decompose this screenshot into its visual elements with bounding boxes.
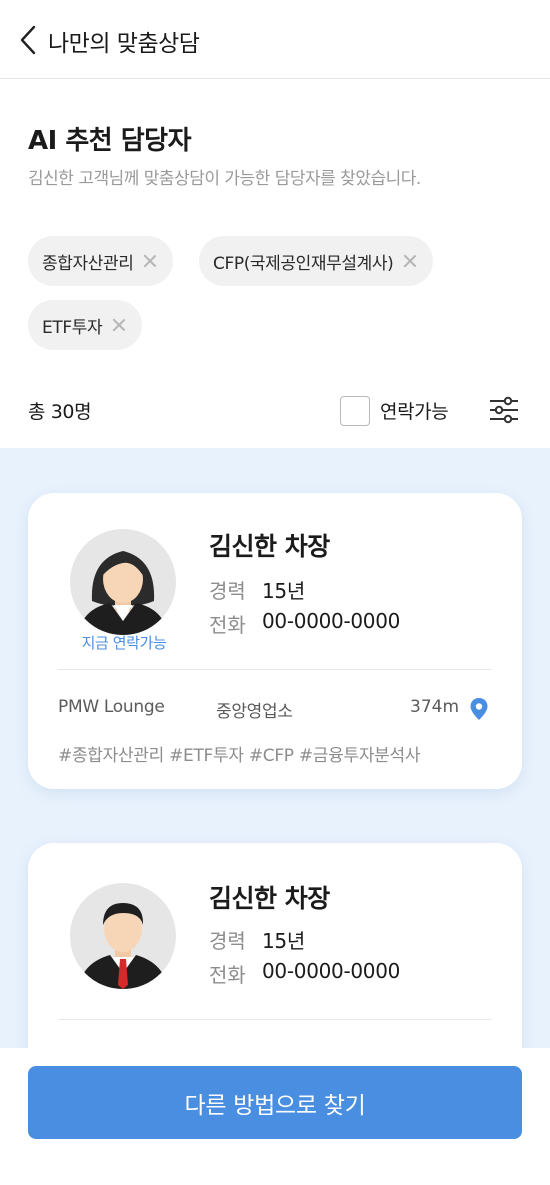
back-button[interactable]: [10, 20, 46, 60]
filter-chip-label: 종합자산관리: [42, 253, 134, 274]
avatar: [70, 529, 176, 635]
close-icon[interactable]: [403, 254, 417, 268]
section-title: AI 추천 담당자: [28, 126, 192, 156]
location-pin-icon[interactable]: [469, 697, 489, 721]
advisor-name: 김신한 차장: [209, 532, 330, 561]
career-label: 경력: [209, 929, 246, 953]
phone-value[interactable]: 00-0000-0000: [262, 609, 400, 633]
career-value: 15년: [262, 929, 305, 953]
close-icon[interactable]: [143, 254, 157, 268]
result-count: 총 30명: [28, 401, 92, 423]
filter-chip-cfp[interactable]: CFP(국제공인재무설계사): [199, 236, 434, 286]
phone-label: 전화: [209, 963, 246, 987]
female-advisor-icon: [78, 551, 168, 635]
career-value: 15년: [262, 579, 305, 603]
advisor-card[interactable]: 지금 연락가능 김신한 차장 경력 15년 전화 00-0000-0000 PM…: [28, 493, 522, 789]
career-label: 경력: [209, 579, 246, 603]
page-title: 나만의 맞춤상담: [48, 31, 200, 57]
card-divider: [58, 1019, 492, 1020]
branch-name: PMW Lounge: [58, 697, 165, 717]
distance: 374m: [410, 697, 460, 717]
find-other-way-button[interactable]: 다른 방법으로 찾기: [28, 1066, 522, 1139]
advisor-card[interactable]: 김신한 차장 경력 15년 전화 00-0000-0000: [28, 843, 522, 1048]
bottom-bar: 다른 방법으로 찾기: [0, 1048, 550, 1185]
section-subtitle: 김신한 고객님께 맞춤상담이 가능한 담당자를 찾았습니다.: [28, 169, 421, 189]
filter-chip-label: CFP(국제공인재무설계사): [213, 253, 394, 274]
phone-label: 전화: [209, 613, 246, 637]
filter-chip-asset[interactable]: 종합자산관리: [28, 236, 174, 286]
available-checkbox[interactable]: [340, 396, 370, 426]
avatar: [70, 883, 176, 989]
availability-status: 지금 연락가능: [81, 634, 167, 652]
office-name: 중앙영업소: [216, 702, 293, 722]
close-icon[interactable]: [112, 318, 126, 332]
filter-chip-label: ETF투자: [42, 317, 103, 338]
filter-chip-etf[interactable]: ETF투자: [28, 300, 143, 350]
chevron-left-icon: [20, 25, 36, 55]
phone-value[interactable]: 00-0000-0000: [262, 959, 400, 983]
expertise-tags: #종합자산관리 #ETF투자 #CFP #금융투자분석사: [58, 746, 421, 766]
sliders-icon[interactable]: [488, 394, 520, 426]
advisor-list: 지금 연락가능 김신한 차장 경력 15년 전화 00-0000-0000 PM…: [0, 448, 550, 1048]
advisor-name: 김신한 차장: [209, 884, 330, 913]
available-checkbox-label[interactable]: 연락가능: [380, 397, 449, 424]
card-divider: [58, 669, 492, 670]
male-advisor-icon: [78, 903, 168, 989]
top-app-bar: 나만의 맞춤상담: [0, 0, 550, 79]
